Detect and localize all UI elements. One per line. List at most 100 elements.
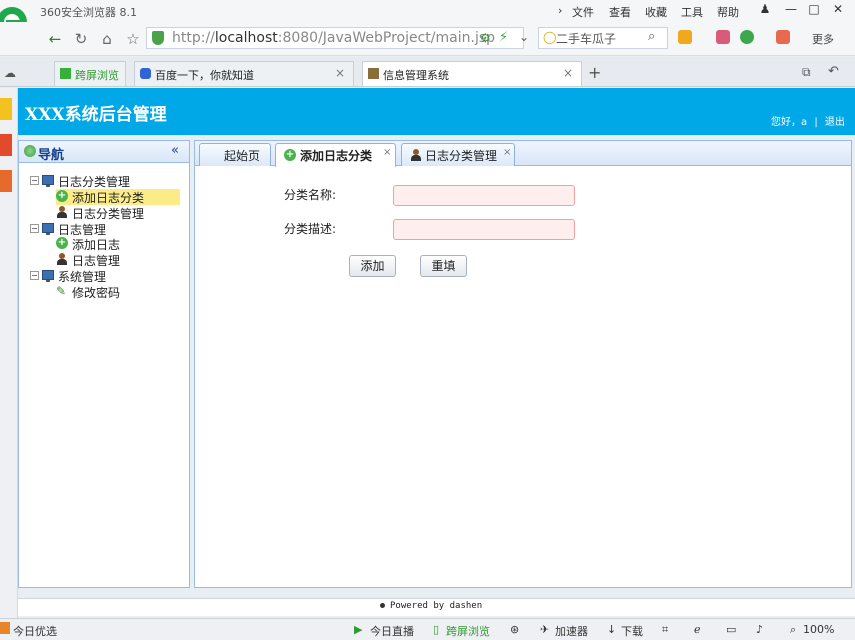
nav-globe-icon [24,145,36,157]
url-path: :8080/JavaWebProject/main.jsp [277,30,496,46]
deals-icon [0,622,10,634]
status-download[interactable]: 下载 [621,623,643,639]
add-button[interactable]: 添加 [349,255,396,277]
footer-text: Powered by dashen [390,601,483,611]
tree-item-label: 日志分类管理 [72,207,145,221]
add-circle-icon: + [284,149,296,161]
user-icon [57,206,67,219]
more-button[interactable]: 更多 [812,31,834,47]
status-accelerator[interactable]: 加速器 [555,623,588,639]
adblock-icon[interactable] [776,30,790,44]
close-tab-icon[interactable]: × [563,66,573,80]
category-desc-input[interactable] [393,219,575,240]
close-tab-icon[interactable]: × [503,147,511,158]
computer-icon [42,175,54,187]
plugin-icon[interactable] [716,30,730,44]
security-icon[interactable] [740,30,754,44]
undo-close-icon[interactable]: ↶ [828,64,839,79]
menu-file[interactable]: 文件 [572,4,594,20]
tree-toggle-icon[interactable]: − [30,224,39,233]
browser-tab-baidu[interactable]: 百度一下，你就知道 × [134,61,354,86]
menu-favorites[interactable]: 收藏 [645,4,667,20]
greeting-text: 您好，a [771,117,808,128]
baidu-paw-icon [140,68,151,79]
star-icon[interactable]: ☆ [122,30,144,48]
apps-icon[interactable] [678,30,692,44]
ie-icon[interactable]: ℯ [694,623,701,636]
tab-label: 百度一下，你就知道 [155,69,254,82]
category-name-label: 分类名称: [284,188,337,202]
user-icon [411,149,421,162]
tab-label: 信息管理系统 [383,69,449,82]
reset-button[interactable]: 重填 [420,255,467,277]
new-tab-icon[interactable]: + [588,63,601,82]
lightning-icon[interactable]: ⚡ [499,30,508,45]
tree-item-add-log-category[interactable]: + 添加日志分类 [56,189,180,205]
status-cross-screen[interactable]: 跨屏浏览 [446,623,490,639]
search-text[interactable]: 二手车瓜子 [556,30,616,47]
address-text[interactable]: http://localhost:8080/JavaWebProject/mai… [172,30,495,46]
category-name-input[interactable] [393,185,575,206]
weibo-side-icon[interactable] [0,134,12,156]
tree-group-label: 日志分类管理 [58,175,131,189]
zoom-level[interactable]: 100% [803,623,834,636]
menu-view[interactable]: 查看 [609,4,631,20]
logout-link[interactable]: 退出 [825,117,845,128]
tree-toggle-icon[interactable]: − [30,271,39,280]
favorites-side-icon[interactable] [0,98,12,120]
chevron-down-icon[interactable]: ⌄ [519,30,529,44]
back-arrow-icon[interactable]: ← [44,30,66,48]
refresh-icon[interactable]: ↻ [70,30,92,48]
close-tab-icon[interactable]: × [335,66,345,80]
cloud-icon[interactable]: ☁ [4,66,16,80]
minimize-button[interactable]: — [781,2,801,18]
tab-label: 跨屏浏览 [75,69,119,82]
shirt-skin-icon[interactable]: ♟ [755,2,775,18]
browser-app-name: 360安全浏览器 8.1 [40,6,137,19]
maximize-button[interactable]: □ [804,2,824,18]
page-icon [368,68,379,79]
search-icon[interactable]: ⌕ [648,29,655,44]
menu-help[interactable]: 帮助 [717,4,739,20]
tab-log-category-manage[interactable]: 日志分类管理 × [401,143,515,166]
status-live[interactable]: 今日直播 [370,623,414,639]
gear-compat-icon[interactable]: ⚙ [480,31,491,45]
tab-label: 添加日志分类 [300,149,373,163]
computer-icon [42,223,54,235]
fingerprint-icon[interactable]: ⊛ [510,623,519,636]
home-icon[interactable]: ⌂ [96,30,118,48]
browser-tab-info-system[interactable]: 信息管理系统 × [362,61,582,86]
category-desc-label: 分类描述: [284,222,337,236]
add-circle-icon: + [56,237,68,249]
tree-item-label: 添加日志分类 [72,191,145,205]
tab-start-page[interactable]: 起始页 [199,143,271,166]
close-tab-icon[interactable]: × [383,147,391,158]
app-side-icon[interactable] [0,170,12,192]
tab-list-icon[interactable]: ⧉ [802,65,811,80]
shield-icon [152,31,164,45]
browser-side-bar [0,88,18,618]
download-icon: ↓ [607,623,617,636]
collapse-icon[interactable]: « [171,143,179,158]
search-engine-icon[interactable]: ◯ [543,30,556,44]
phone-icon: ▯ [433,623,440,636]
tab-add-log-category[interactable]: + 添加日志分类 × [275,143,396,167]
url-host: localhost [214,30,278,46]
tree-toggle-icon[interactable]: − [30,176,39,185]
tree-item-label: 修改密码 [72,286,121,300]
browser-tab-cross-screen[interactable]: 跨屏浏览 [54,61,126,86]
app-title: XXX系统后台管理 [25,105,167,125]
separator: | [814,117,818,128]
main-panel [194,140,852,588]
menu-arrow-icon[interactable]: › [558,4,562,17]
window-icon[interactable]: ▭ [726,623,736,636]
menu-tools[interactable]: 工具 [681,4,703,20]
status-deals[interactable]: 今日优选 [13,623,57,639]
volume-icon[interactable]: ♪ [756,623,763,636]
screenshot-icon[interactable]: ⌗ [662,623,668,637]
tab-label: 日志分类管理 [425,149,498,163]
tab-label: 起始页 [224,149,261,163]
tree-group-label: 系统管理 [58,270,107,284]
url-prefix: http:// [172,30,215,46]
close-window-button[interactable]: ✕ [828,2,848,18]
